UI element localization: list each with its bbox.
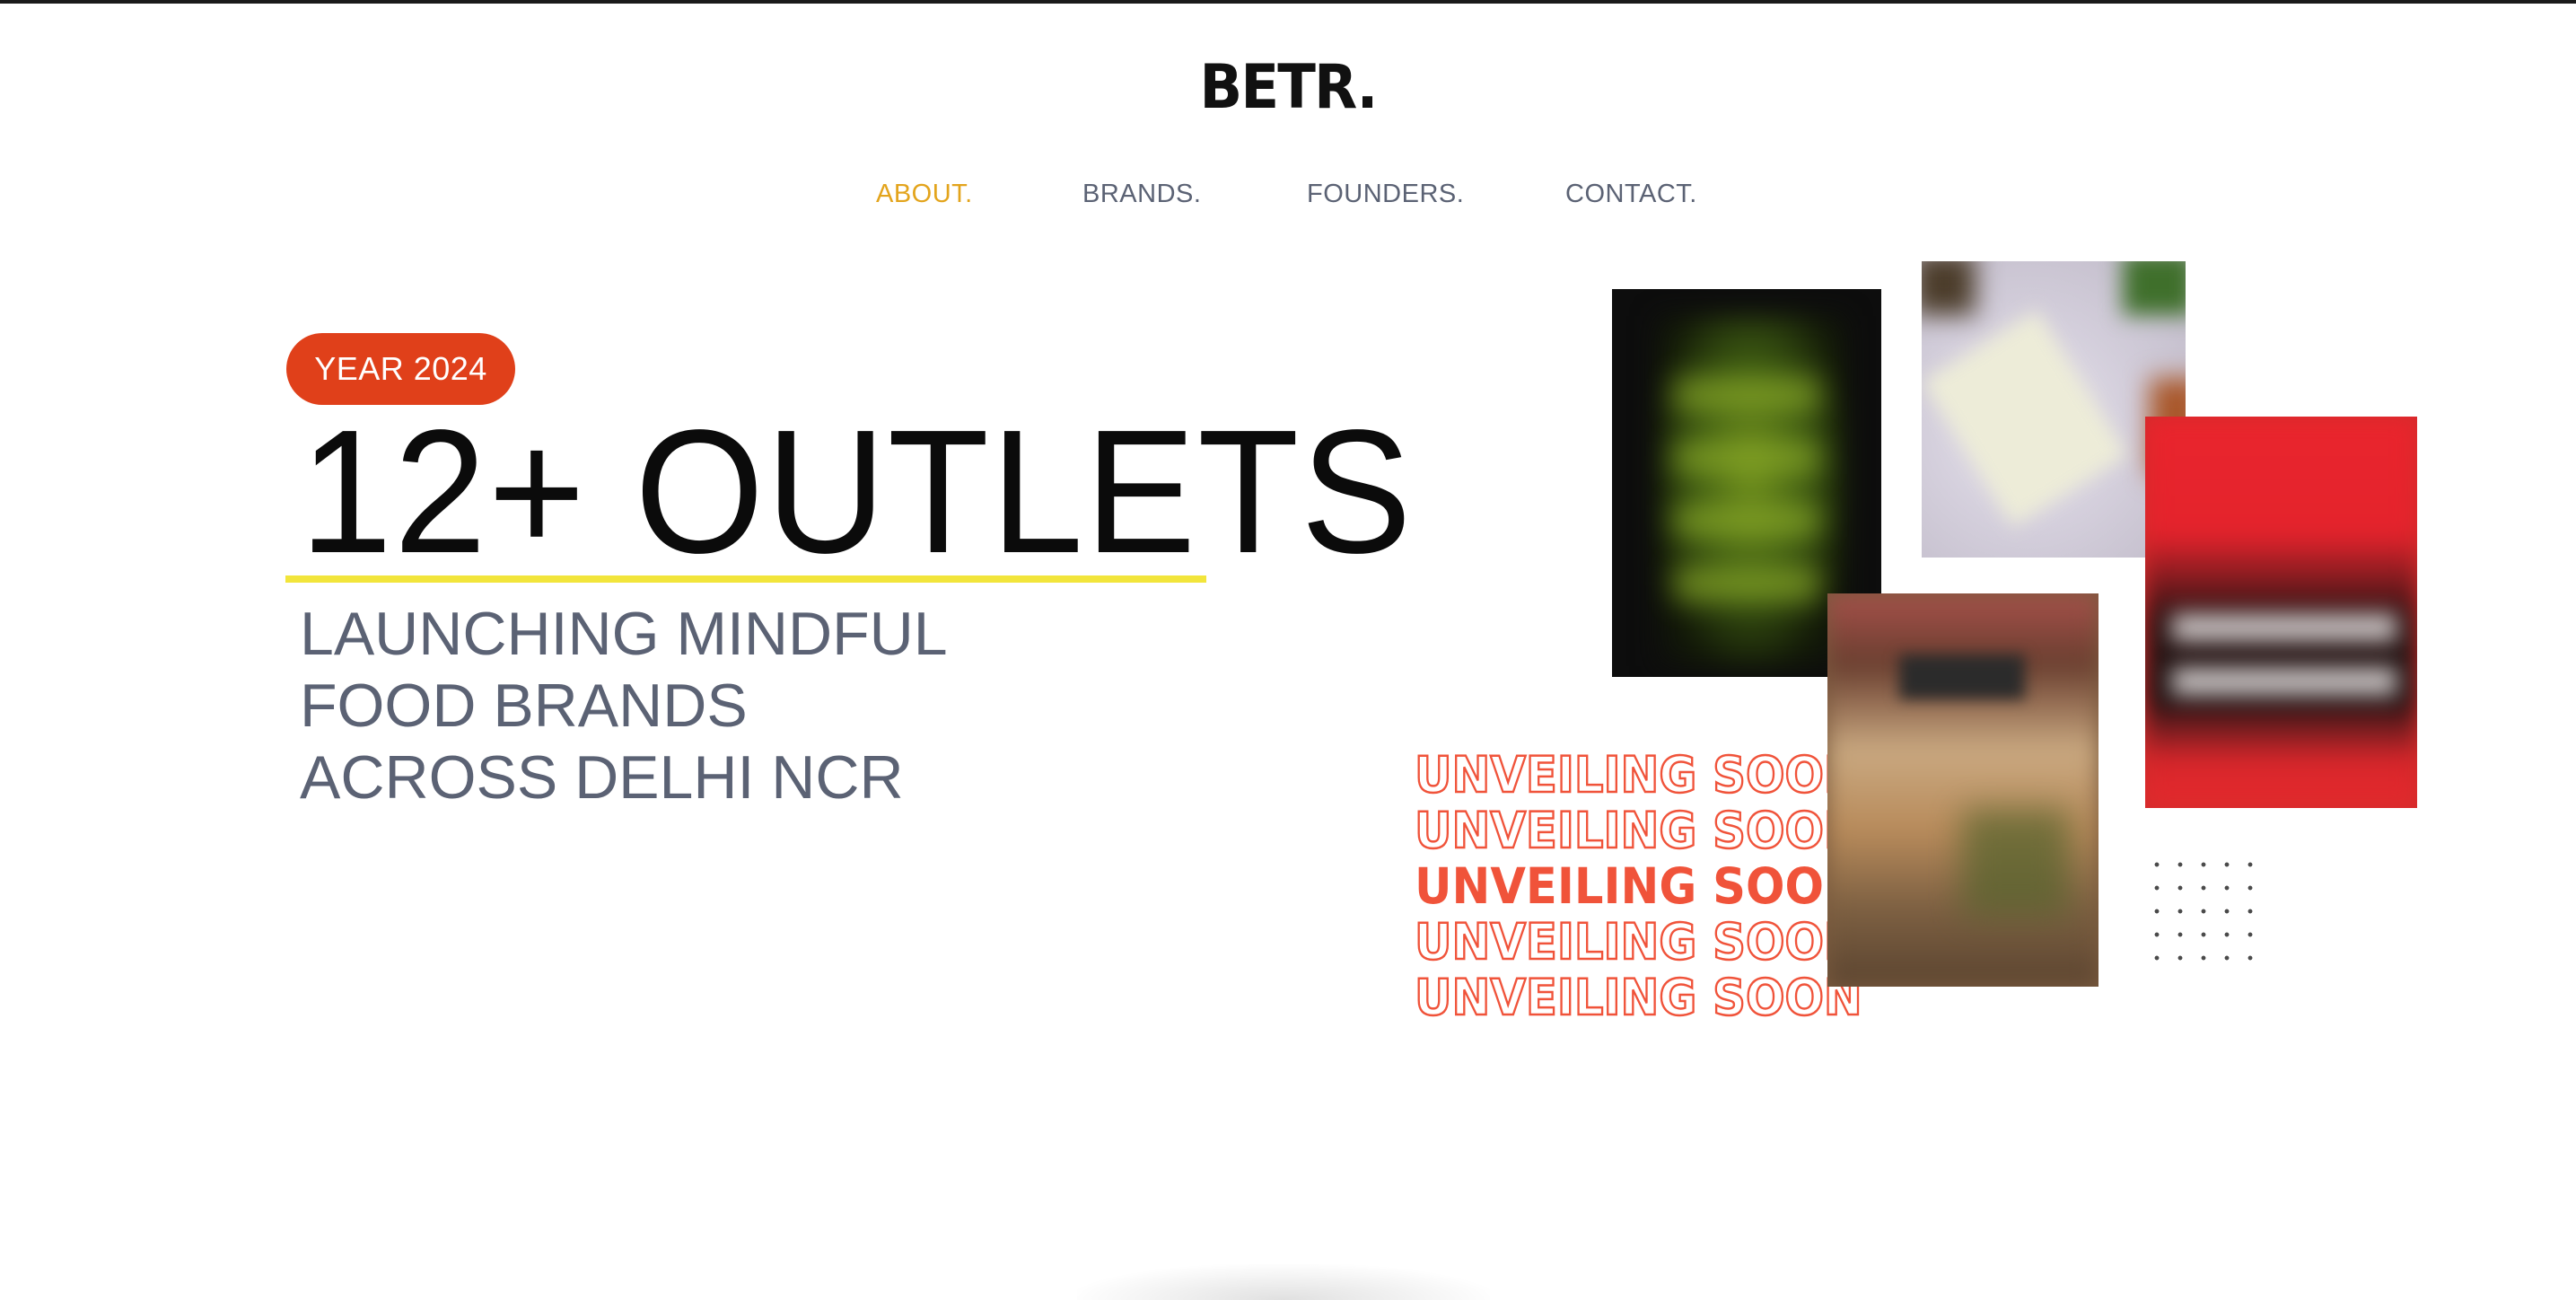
store-interior-image (1827, 593, 2098, 987)
hero-headline: 12+ OUTLETS (300, 393, 1414, 590)
dot-grid-decoration (2145, 853, 2262, 970)
unveiling-soon-line: UNVEILING SOON (1414, 969, 1863, 1027)
scroll-shadow (1077, 1264, 1490, 1300)
main-nav: ABOUT. BRANDS. FOUNDERS. CONTACT. (0, 180, 2576, 215)
unveiling-soon-line-highlight: UNVEILING SOON (1415, 857, 1862, 915)
headline-underline (285, 575, 1206, 583)
top-border (0, 0, 2576, 4)
nav-item-about[interactable]: ABOUT. (876, 180, 973, 209)
brand-logo[interactable]: BETR. (103, 52, 2473, 123)
unveiling-soon-line: UNVEILING SOON (1414, 913, 1863, 971)
nav-item-contact[interactable]: CONTACT. (1565, 180, 1697, 209)
hero-subheading-line-3: ACROSS DELHI NCR (300, 743, 904, 812)
nav-item-brands[interactable]: BRANDS. (1082, 180, 1201, 209)
hero-subheading-line-2: FOOD BRANDS (300, 672, 748, 740)
unveiling-soon-line: UNVEILING SOON (1414, 746, 1863, 804)
unveiling-soon-line: UNVEILING SOON (1414, 802, 1863, 860)
hero-subheading-line-1: LAUNCHING MINDFUL (300, 600, 948, 668)
nav-item-founders[interactable]: FOUNDERS. (1307, 180, 1464, 209)
red-poster-image (2145, 417, 2417, 808)
